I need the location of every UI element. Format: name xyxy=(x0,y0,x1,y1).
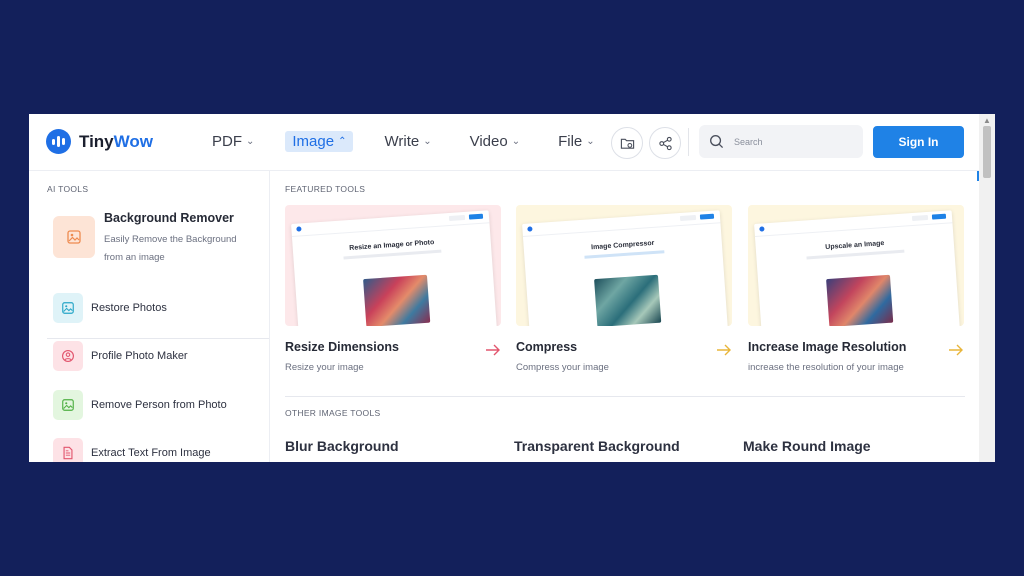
arrow-right-icon xyxy=(949,344,963,356)
tool-card-description: Compress your image xyxy=(516,362,609,373)
tinywow-logo[interactable]: TinyWow xyxy=(46,129,153,154)
tool-card-title: Compress xyxy=(516,340,578,354)
search-icon xyxy=(710,135,724,149)
chevron-down-icon: ⌄ xyxy=(246,136,255,147)
sidebar-item-label: Extract Text From Image xyxy=(91,447,211,459)
photo-icon xyxy=(53,293,83,323)
arrow-right-icon xyxy=(486,344,500,356)
image-tools-panel: FEATURED TOOLS Resize an Image or Photo … xyxy=(270,171,977,462)
top-navigation-bar: TinyWow PDF ⌄ Image ⌃ Write ⌄ Video ⌄ File ⌄ xyxy=(29,114,979,171)
nav-write[interactable]: Write ⌄ xyxy=(377,131,438,152)
arrow-right-icon xyxy=(717,344,731,356)
search-input[interactable] xyxy=(732,135,846,148)
tool-card-title: Resize Dimensions xyxy=(285,340,399,354)
sidebar-divider xyxy=(47,338,269,339)
scrollbar[interactable]: ▲ xyxy=(979,114,995,462)
header-divider xyxy=(688,128,689,156)
sidebar-item-extract-text[interactable]: Extract Text From Image xyxy=(53,438,211,462)
photo-icon xyxy=(53,390,83,420)
sidebar-item-profile-photo-maker[interactable]: Profile Photo Maker xyxy=(53,341,188,371)
folder-button[interactable] xyxy=(611,127,643,159)
tool-link-make-round-image[interactable]: Make Round Image xyxy=(743,438,871,454)
chevron-up-icon: ⌃ xyxy=(338,136,347,147)
tool-link-transparent-background[interactable]: Transparent Background xyxy=(514,438,680,454)
sidebar-item-label: Profile Photo Maker xyxy=(91,350,188,362)
background-remover-title: Background Remover xyxy=(104,211,234,225)
tool-card-description: increase the resolution of your image xyxy=(748,362,904,373)
tool-card-description: Resize your image xyxy=(285,362,364,373)
chevron-down-icon: ⌄ xyxy=(586,136,595,147)
nav-video[interactable]: Video ⌄ xyxy=(463,131,527,152)
logo-text: TinyWow xyxy=(79,131,153,151)
tool-card-preview: Upscale an Image xyxy=(748,205,964,326)
background-remover-description: Easily Remove the Background from an ima… xyxy=(104,234,237,263)
section-divider xyxy=(285,396,965,397)
chevron-down-icon: ⌄ xyxy=(511,136,521,147)
tool-card-title: Increase Image Resolution xyxy=(748,340,907,354)
sidebar-item-label: Remove Person from Photo xyxy=(91,399,227,411)
sidebar-item-restore-photos[interactable]: Restore Photos xyxy=(53,293,167,323)
sign-in-button[interactable]: Sign In xyxy=(873,126,964,158)
tool-link-blur-background[interactable]: Blur Background xyxy=(285,438,399,454)
share-icon xyxy=(658,136,672,150)
tool-card-preview: Image Compressor xyxy=(516,205,732,326)
image-icon xyxy=(53,216,95,258)
chevron-down-icon: ⌄ xyxy=(423,136,432,147)
folder-icon xyxy=(620,138,634,149)
scroll-up-arrow-icon[interactable]: ▲ xyxy=(983,116,991,125)
logo-icon xyxy=(46,129,71,154)
document-icon xyxy=(53,438,83,462)
nav-image[interactable]: Image ⌃ xyxy=(285,131,354,152)
other-image-tools-heading: OTHER IMAGE TOOLS xyxy=(285,408,381,418)
nav-file[interactable]: File ⌄ xyxy=(551,131,602,152)
search-box[interactable] xyxy=(699,125,863,158)
featured-tools-heading: FEATURED TOOLS xyxy=(285,184,366,194)
ai-tools-sidebar: AI TOOLS Background Remover Easily Remov… xyxy=(29,171,270,462)
share-button[interactable] xyxy=(649,127,681,159)
sidebar-item-label: Restore Photos xyxy=(91,302,167,314)
sidebar-item-remove-person[interactable]: Remove Person from Photo xyxy=(53,390,227,420)
tool-card-preview: Resize an Image or Photo xyxy=(285,205,501,326)
browser-window: TinyWow PDF ⌄ Image ⌃ Write ⌄ Video ⌄ File ⌄ xyxy=(29,114,995,462)
ai-tools-heading: AI TOOLS xyxy=(47,184,89,194)
scroll-thumb[interactable] xyxy=(983,126,991,178)
main-nav: PDF ⌄ Image ⌃ Write ⌄ Video ⌄ File ⌄ xyxy=(205,131,626,152)
nav-pdf[interactable]: PDF ⌄ xyxy=(205,131,261,152)
person-icon xyxy=(53,341,83,371)
